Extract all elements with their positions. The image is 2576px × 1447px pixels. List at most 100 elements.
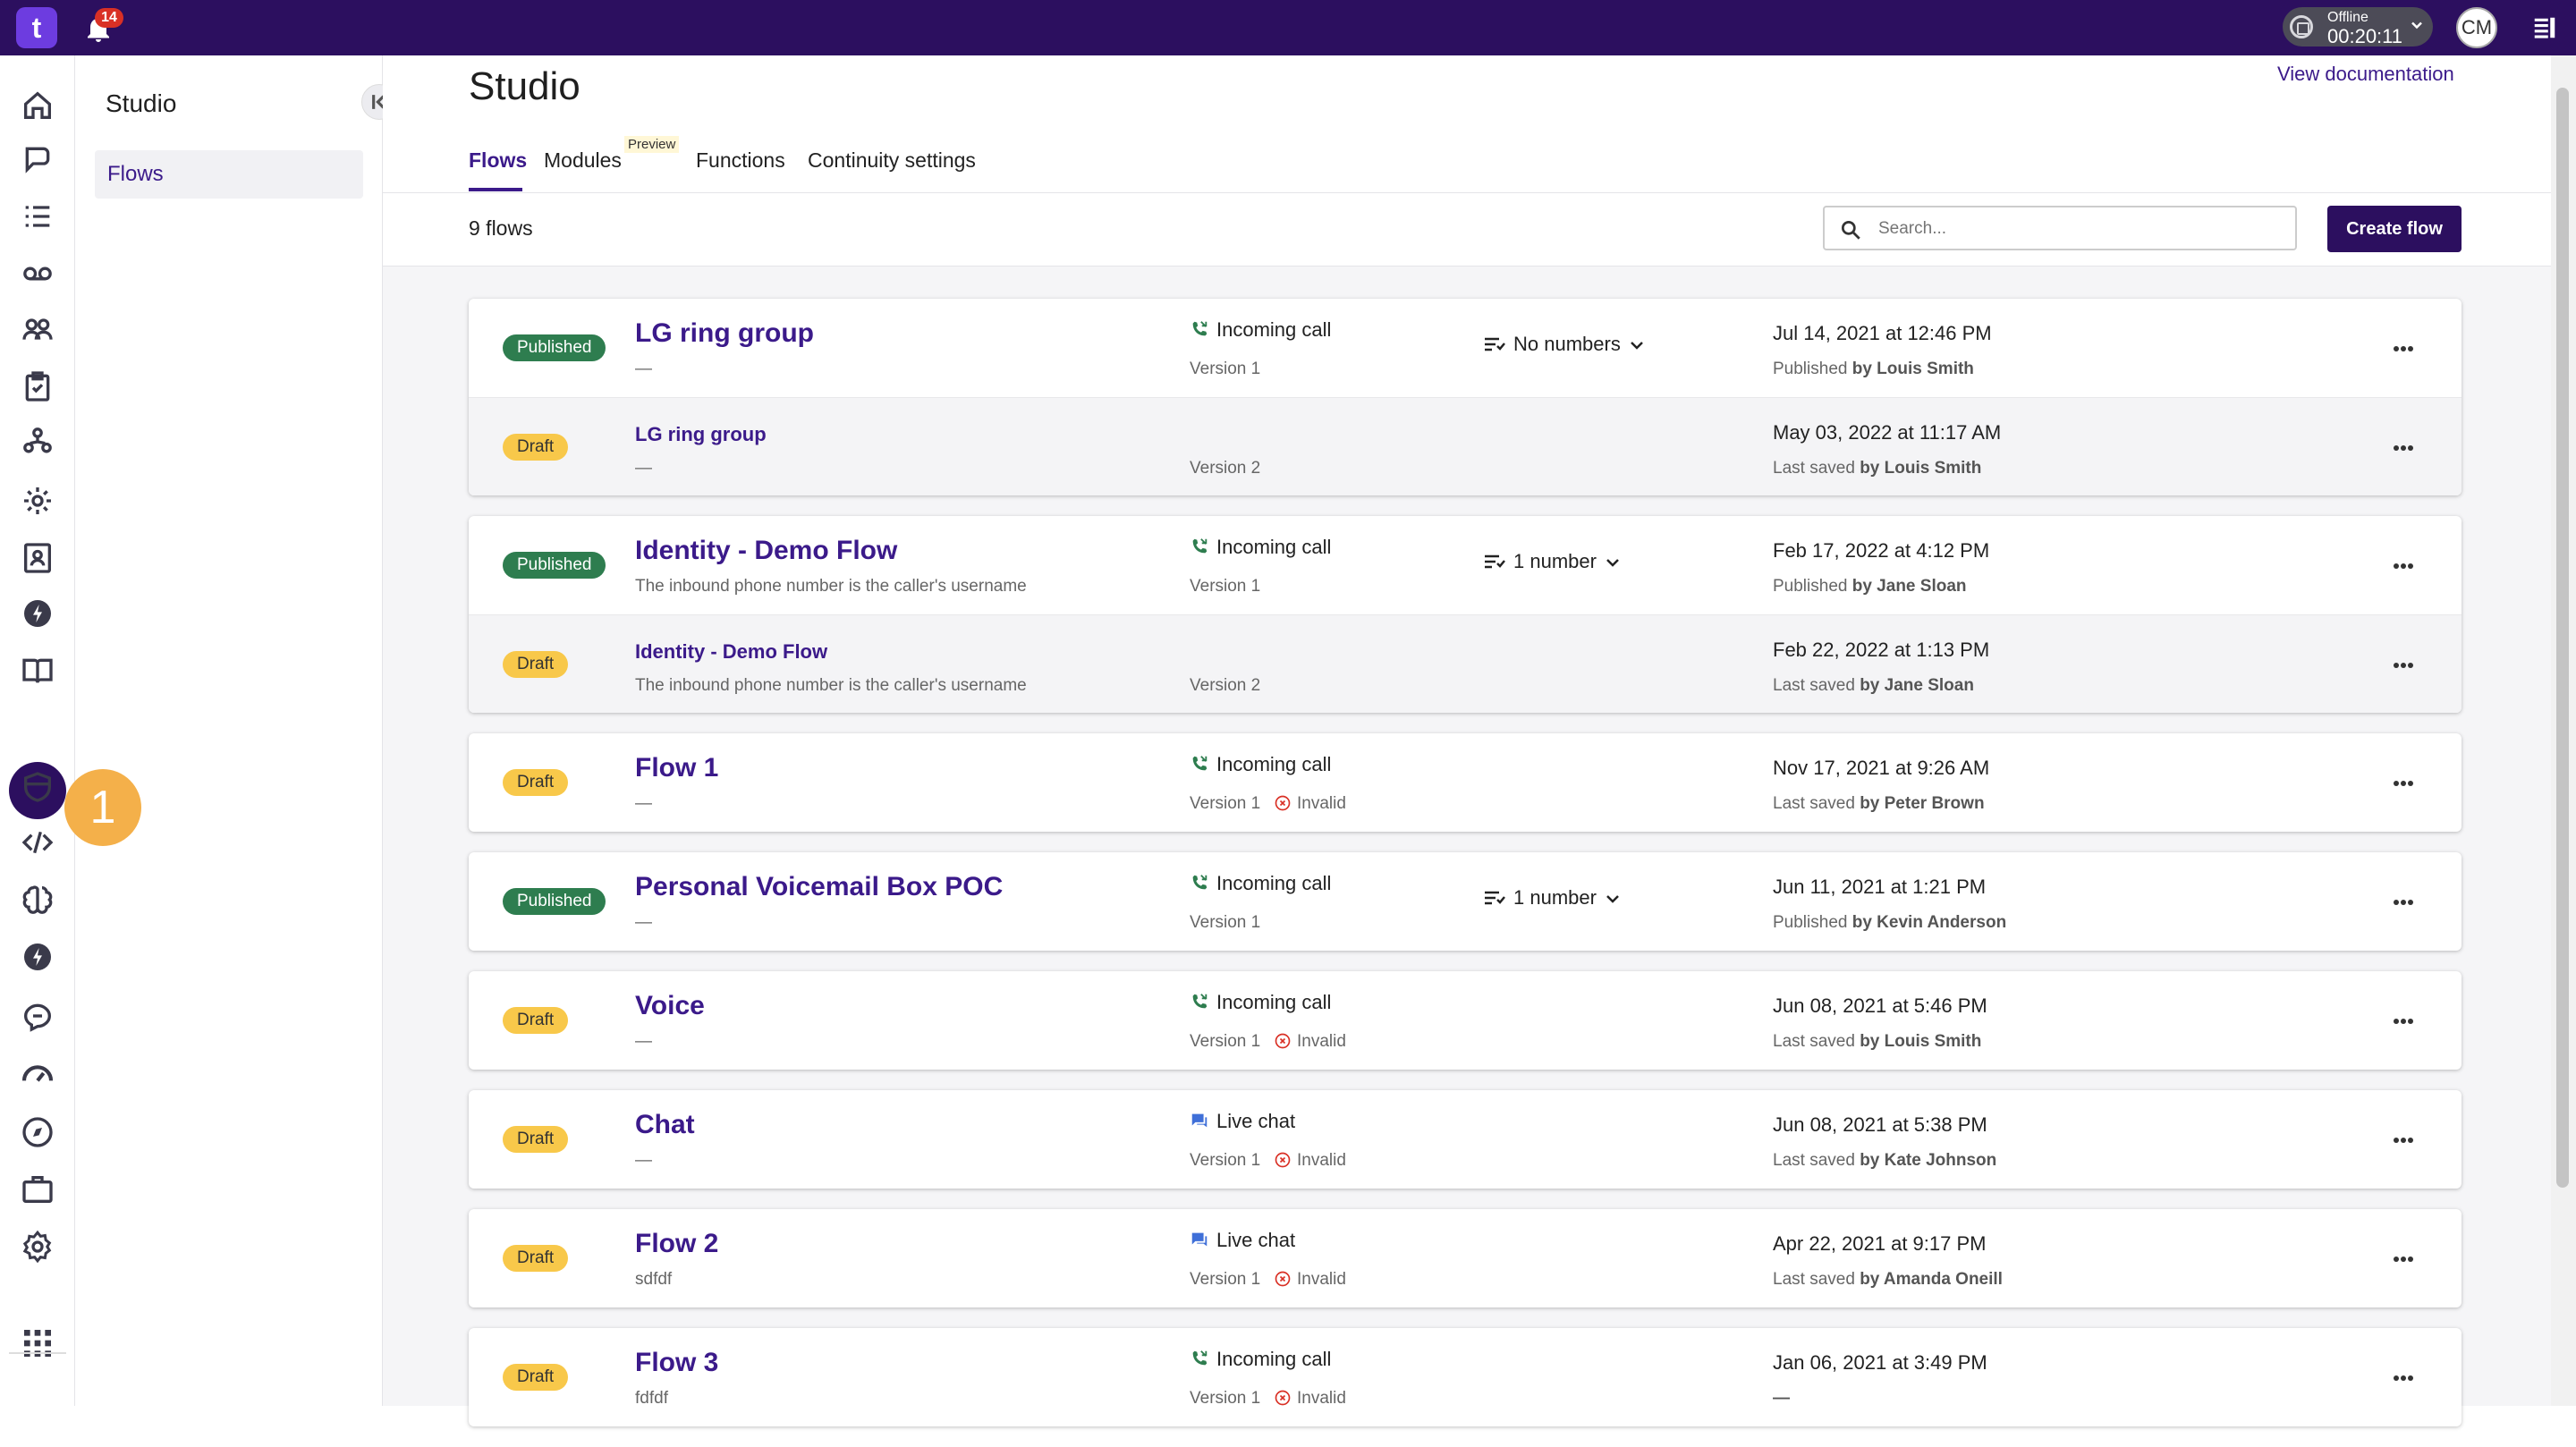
- notification-badge: 14: [95, 8, 123, 28]
- more-options-button[interactable]: [2383, 1360, 2424, 1396]
- saved-by-prefix: Last saved: [1773, 1270, 1855, 1289]
- more-options-button[interactable]: [2383, 1122, 2424, 1158]
- flow-name-link[interactable]: Voice: [635, 991, 705, 1021]
- numbers-dropdown[interactable]: No numbers: [1483, 333, 1646, 356]
- phone-icon: [1192, 994, 1208, 1009]
- tab-flows[interactable]: Flows: [469, 148, 527, 173]
- avatar[interactable]: CM: [2456, 7, 2497, 48]
- home-icon[interactable]: [20, 88, 55, 123]
- speech-bubble-icon[interactable]: [20, 998, 55, 1034]
- flow-description: —: [635, 459, 652, 478]
- saved-by-prefix: Last saved: [1773, 459, 1855, 478]
- flow-version: Version 1: [1190, 1270, 1261, 1289]
- tab-continuity-settings[interactable]: Continuity settings: [808, 148, 976, 173]
- flow-name-link[interactable]: Flow 2: [635, 1229, 718, 1259]
- briefcase-icon[interactable]: [20, 1172, 55, 1207]
- flow-description: —: [635, 794, 652, 813]
- saved-by-name: by Louis Smith: [1852, 360, 1974, 378]
- compass-icon[interactable]: [20, 1114, 55, 1150]
- side-panel-icon[interactable]: [2531, 14, 2558, 41]
- flow-name-link[interactable]: Identity - Demo Flow: [635, 536, 897, 566]
- phone-icon: [1192, 1350, 1208, 1366]
- studio-subnav: Studio Flows: [75, 55, 397, 1406]
- flow-row[interactable]: Draft LG ring group — Version 2 May 03, 2022…: [469, 397, 2462, 495]
- flow-name-link[interactable]: Chat: [635, 1110, 695, 1140]
- brain-icon[interactable]: [20, 882, 55, 918]
- flow-date: Nov 17, 2021 at 9:26 AM: [1773, 757, 1990, 779]
- flow-row[interactable]: Draft Flow 1 — Incoming call Version 1 Invali…: [469, 733, 2462, 832]
- status-badge: Draft: [503, 1126, 569, 1153]
- lightning-icon[interactable]: [20, 939, 55, 975]
- app-logo[interactable]: t: [16, 7, 57, 48]
- flow-type: Live chat: [1190, 1229, 1295, 1252]
- flow-row[interactable]: Published Identity - Demo Flow The inbound…: [469, 516, 2462, 614]
- book-icon[interactable]: [20, 653, 55, 689]
- flow-row[interactable]: Draft Chat — Live chat Version 1 Invalid Jun 0…: [469, 1090, 2462, 1189]
- flow-type-label: Incoming call: [1216, 991, 1332, 1013]
- gear-icon[interactable]: [20, 483, 55, 519]
- clipboard-icon[interactable]: [20, 368, 55, 404]
- saved-by-name: by Louis Smith: [1860, 1032, 1982, 1051]
- scrollbar-thumb[interactable]: [2556, 88, 2569, 1188]
- flow-row[interactable]: Draft Flow 2 sdfdf Live chat Version 1 Invali…: [469, 1209, 2462, 1307]
- more-options-button[interactable]: [2383, 548, 2424, 584]
- flow-type-label: Live chat: [1216, 1110, 1296, 1132]
- flow-row[interactable]: Draft Flow 3 fdfdf Incoming call Version 1 In…: [469, 1328, 2462, 1426]
- subnav-item-flows[interactable]: Flows: [95, 150, 363, 199]
- app-grid-icon[interactable]: [20, 1325, 55, 1361]
- flow-name-link[interactable]: Flow 3: [635, 1348, 718, 1378]
- voicemail-icon[interactable]: [20, 256, 55, 292]
- flow-row[interactable]: Published LG ring group — Incoming call Vers…: [469, 299, 2462, 397]
- flow-description: —: [635, 1151, 652, 1170]
- studio-flow-icon[interactable]: [20, 712, 55, 748]
- numbers-dropdown[interactable]: 1 number: [1483, 886, 1622, 910]
- org-chart-icon[interactable]: [20, 424, 55, 460]
- settings-icon[interactable]: [20, 1229, 55, 1265]
- flow-date: Jun 08, 2021 at 5:38 PM: [1773, 1113, 1987, 1136]
- flow-description: —: [635, 1032, 652, 1051]
- flow-row[interactable]: Draft Voice — Incoming call Version 1 Invalid…: [469, 971, 2462, 1070]
- flow-card: Draft Flow 3 fdfdf Incoming call Version 1 In…: [469, 1328, 2462, 1426]
- view-documentation-link[interactable]: View documentation: [2277, 63, 2454, 86]
- flow-description: sdfdf: [635, 1270, 673, 1289]
- flow-name-link[interactable]: LG ring group: [635, 423, 767, 446]
- flow-row[interactable]: Published Personal Voicemail Box POC — Inco…: [469, 852, 2462, 951]
- speedometer-icon[interactable]: [20, 1055, 55, 1091]
- more-options-button[interactable]: [2383, 1003, 2424, 1039]
- lightning-icon[interactable]: [20, 596, 55, 631]
- flow-name-link[interactable]: Flow 1: [635, 753, 718, 783]
- saved-by-prefix: Last saved: [1773, 1151, 1855, 1170]
- invalid-label: Invalid: [1297, 1151, 1346, 1170]
- tab-functions[interactable]: Functions: [696, 148, 785, 173]
- flow-saved-by: Published by Jane Sloan: [1773, 577, 1967, 597]
- contact-card-icon[interactable]: [20, 540, 55, 576]
- flow-saved-by: Last saved by Kate Johnson: [1773, 1151, 1996, 1171]
- flow-name-link[interactable]: LG ring group: [635, 318, 814, 349]
- more-options-button[interactable]: [2383, 1241, 2424, 1277]
- scrollbar[interactable]: [2551, 55, 2576, 1406]
- status-badge: Draft: [503, 651, 569, 678]
- top-bar: t 14 Offline 00:20:11 CM: [0, 0, 2576, 55]
- search-input[interactable]: [1878, 216, 2272, 241]
- chat-icon[interactable]: [20, 141, 55, 177]
- tab-modules[interactable]: Modules: [544, 148, 622, 173]
- invalid-label: Invalid: [1297, 1270, 1346, 1289]
- flow-row[interactable]: Draft Identity - Demo Flow The inbound pho…: [469, 614, 2462, 713]
- create-flow-button[interactable]: Create flow: [2327, 206, 2462, 252]
- more-options-button[interactable]: [2383, 647, 2424, 683]
- shield-icon[interactable]: [20, 769, 55, 805]
- team-icon[interactable]: [20, 311, 55, 347]
- more-options-button[interactable]: [2383, 430, 2424, 466]
- list-icon[interactable]: [20, 199, 55, 234]
- status-badge: Draft: [503, 434, 569, 461]
- flow-name-link[interactable]: Identity - Demo Flow: [635, 640, 827, 664]
- more-options-button[interactable]: [2383, 331, 2424, 367]
- search-box[interactable]: [1823, 206, 2297, 250]
- flow-name-link[interactable]: Personal Voicemail Box POC: [635, 872, 1003, 902]
- numbers-icon: [1485, 554, 1505, 569]
- more-options-button[interactable]: [2383, 884, 2424, 920]
- more-options-button[interactable]: [2383, 766, 2424, 801]
- numbers-dropdown[interactable]: 1 number: [1483, 550, 1622, 573]
- code-icon[interactable]: [20, 825, 55, 860]
- presence-selector[interactable]: Offline 00:20:11: [2283, 7, 2433, 47]
